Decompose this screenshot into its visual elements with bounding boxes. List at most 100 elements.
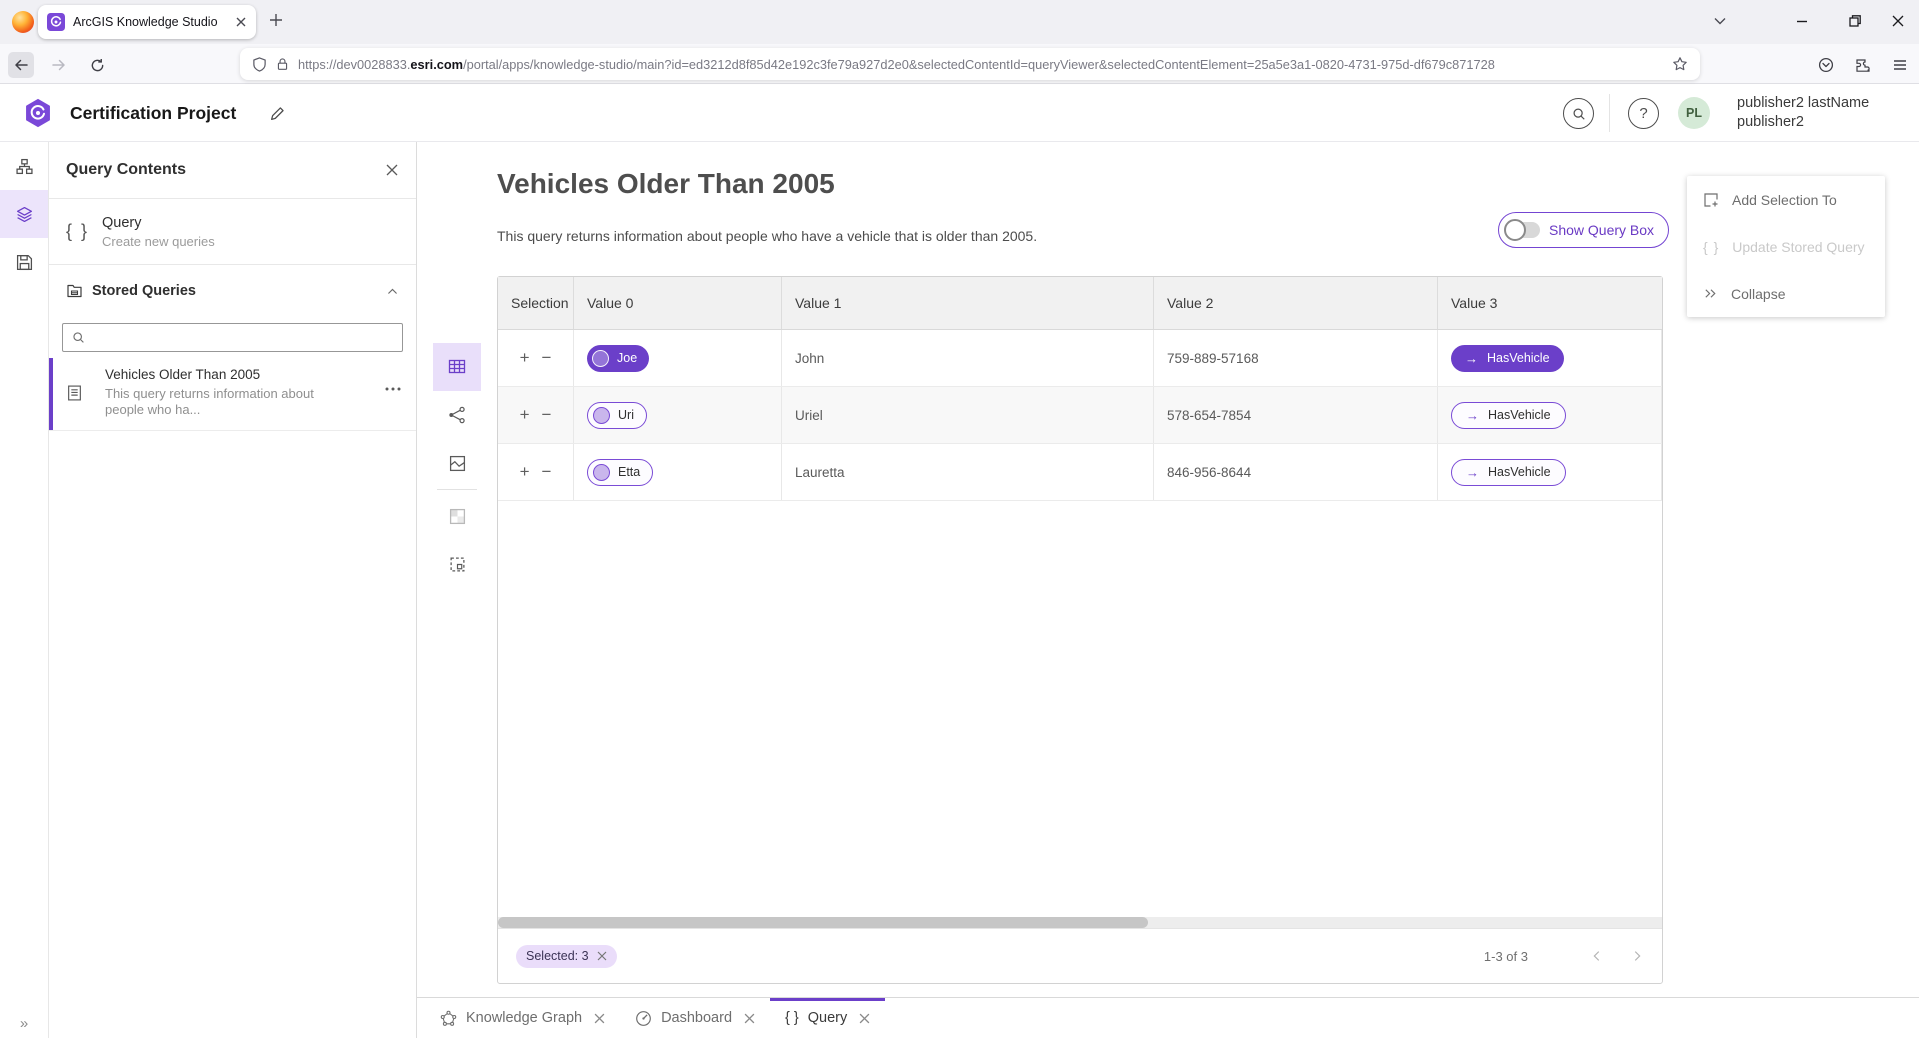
entity-cell: Joe: [574, 330, 782, 386]
tracking-shield-icon[interactable]: [252, 57, 267, 72]
arrow-right-icon: →: [1466, 465, 1479, 480]
relation-pill[interactable]: →HasVehicle: [1451, 459, 1566, 486]
edit-pencil-icon[interactable]: [269, 105, 286, 122]
reload-button[interactable]: [84, 52, 110, 78]
expand-rail-button[interactable]: »: [0, 1015, 48, 1032]
close-tab-icon[interactable]: [594, 1013, 605, 1024]
item-options-ellipsis-icon[interactable]: [384, 386, 402, 392]
relation-pill[interactable]: →HasVehicle: [1451, 402, 1566, 429]
user-info[interactable]: publisher2 lastName publisher2: [1737, 94, 1869, 132]
user-name: publisher2 lastName: [1737, 94, 1869, 113]
next-page-button[interactable]: [1630, 949, 1644, 963]
table-icon: [448, 358, 466, 376]
add-to-selection-button[interactable]: +: [520, 405, 530, 425]
entity-pill[interactable]: Etta: [587, 459, 653, 486]
forward-button[interactable]: [46, 52, 72, 78]
relation-cell: →HasVehicle: [1438, 387, 1662, 443]
close-tab-icon[interactable]: [744, 1013, 755, 1024]
dashed-selection-icon: [449, 556, 466, 573]
column-header-selection[interactable]: Selection: [498, 277, 574, 329]
show-query-box-toggle[interactable]: Show Query Box: [1498, 212, 1669, 248]
firefox-logo-icon[interactable]: [12, 11, 34, 33]
previous-page-button[interactable]: [1590, 949, 1604, 963]
horizontal-scrollbar[interactable]: [498, 917, 1662, 928]
new-query-item[interactable]: { } Query Create new queries: [49, 199, 416, 265]
query-result-title: Vehicles Older Than 2005: [497, 168, 835, 200]
imagery-map-button[interactable]: [433, 492, 481, 540]
column-header-value1[interactable]: Value 1: [782, 277, 1154, 329]
arrow-right-icon: →: [1465, 351, 1478, 366]
column-header-value0[interactable]: Value 0: [574, 277, 782, 329]
bookmark-star-icon[interactable]: [1672, 56, 1688, 72]
close-tab-icon[interactable]: [859, 1013, 870, 1024]
column-header-value3[interactable]: Value 3: [1438, 277, 1662, 329]
help-button[interactable]: ?: [1628, 98, 1659, 129]
stored-queries-header[interactable]: Stored Queries: [49, 274, 416, 308]
remove-from-selection-button[interactable]: −: [542, 405, 552, 425]
panel-close-icon[interactable]: [385, 163, 399, 177]
data-model-button[interactable]: [0, 142, 48, 190]
tab-close-icon[interactable]: [235, 16, 247, 28]
chevron-up-icon[interactable]: [386, 285, 399, 298]
save-button[interactable]: [0, 238, 48, 286]
remove-from-selection-button[interactable]: −: [542, 462, 552, 482]
name-cell: Lauretta: [782, 444, 1154, 500]
relation-pill[interactable]: →HasVehicle: [1451, 345, 1564, 372]
pocket-icon[interactable]: [1813, 52, 1839, 78]
relation-cell: →HasVehicle: [1438, 444, 1662, 500]
window-minimize-button[interactable]: [1794, 13, 1810, 29]
entity-cell: Etta: [574, 444, 782, 500]
menu-item-update-stored-query[interactable]: { } Update Stored Query: [1687, 223, 1885, 270]
header-search-button[interactable]: [1563, 98, 1594, 129]
tab-dashboard[interactable]: Dashboard: [620, 998, 770, 1038]
add-to-selection-button[interactable]: +: [520, 462, 530, 482]
stored-query-title: Vehicles Older Than 2005: [105, 367, 260, 382]
toggle-knob: [1504, 219, 1526, 241]
row-selection-cell: + −: [498, 387, 574, 443]
entity-pill[interactable]: Joe: [587, 345, 649, 372]
selected-count-chip[interactable]: Selected: 3: [516, 945, 617, 968]
link-chart-button[interactable]: [433, 391, 481, 439]
table-row: + − Joe John 759-889-57168 →HasVehicle: [498, 330, 1662, 387]
phone-cell: 759-889-57168: [1154, 330, 1438, 386]
tab-knowledge-graph[interactable]: Knowledge Graph: [425, 998, 620, 1038]
add-selection-icon: [1703, 192, 1719, 208]
panel-header: Query Contents: [49, 142, 416, 199]
stored-queries-search[interactable]: [62, 323, 403, 352]
toggle-switch[interactable]: [1506, 222, 1540, 238]
select-area-button[interactable]: [433, 540, 481, 588]
menu-item-collapse[interactable]: Collapse: [1687, 270, 1885, 317]
stored-query-item[interactable]: Vehicles Older Than 2005 This query retu…: [49, 358, 416, 431]
tab-list-chevron-icon[interactable]: [1712, 13, 1728, 29]
window-restore-button[interactable]: [1847, 13, 1863, 29]
window-close-button[interactable]: [1890, 13, 1906, 29]
table-view-button[interactable]: [433, 343, 481, 391]
phone-cell: 578-654-7854: [1154, 387, 1438, 443]
user-avatar[interactable]: PL: [1678, 97, 1710, 129]
clear-selection-icon[interactable]: [597, 951, 607, 961]
menu-item-add-selection-to[interactable]: Add Selection To: [1687, 176, 1885, 223]
new-tab-button[interactable]: [268, 12, 284, 28]
entity-pill[interactable]: Uri: [587, 402, 647, 429]
results-table-card: Selection Value 0 Value 1 Value 2 Value …: [497, 276, 1663, 984]
entity-dot-icon: [593, 407, 610, 424]
column-header-value2[interactable]: Value 2: [1154, 277, 1438, 329]
url-text: https://dev0028833.esri.com/portal/apps/…: [298, 57, 1663, 72]
lock-icon[interactable]: [276, 57, 289, 71]
search-input[interactable]: [92, 330, 393, 345]
toolbar-divider: [437, 489, 477, 490]
tab-query[interactable]: { } Query: [770, 998, 885, 1038]
back-button[interactable]: [8, 52, 34, 78]
contents-layers-button[interactable]: [0, 190, 48, 238]
url-bar[interactable]: https://dev0028833.esri.com/portal/apps/…: [240, 48, 1700, 80]
extensions-puzzle-icon[interactable]: [1850, 52, 1876, 78]
dashboard-gauge-icon: [635, 1010, 652, 1027]
remove-from-selection-button[interactable]: −: [542, 348, 552, 368]
add-to-selection-button[interactable]: +: [520, 348, 530, 368]
map-view-button[interactable]: [433, 439, 481, 487]
layers-icon: [16, 206, 33, 223]
scrollbar-thumb[interactable]: [498, 917, 1148, 928]
menu-hamburger-icon[interactable]: [1887, 52, 1913, 78]
knowledge-graph-icon: [440, 1010, 457, 1027]
browser-tab[interactable]: ArcGIS Knowledge Studio: [38, 5, 256, 39]
